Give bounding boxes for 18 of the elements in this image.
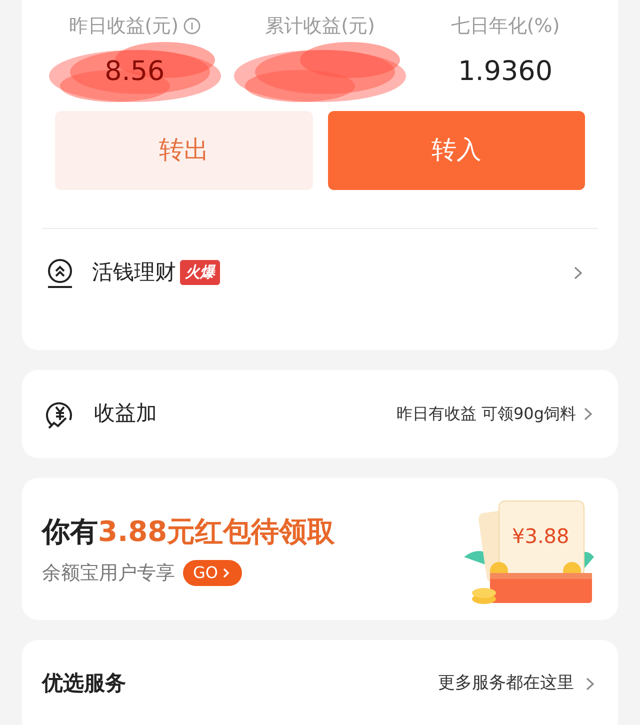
stat-value: 1.9360 [458, 55, 553, 90]
stat-value: 8.56 [104, 55, 165, 90]
more-services-link[interactable]: 更多服务都在这里 [438, 668, 598, 696]
bonus-title: 收益加 [94, 400, 157, 428]
services-title: 优选服务 [42, 670, 126, 697]
coupon-amount: ¥3.88 [512, 523, 570, 550]
stat-label: 昨日收益(元) [68, 14, 179, 39]
stat-label: 七日年化(%) [450, 14, 560, 39]
promo-subtitle: 余额宝用户专享 [42, 560, 175, 586]
bonus-detail: 昨日有收益 可领90g饲料 [396, 403, 576, 425]
bonus-row[interactable]: 收益加 昨日有收益 可领90g饲料 [22, 370, 618, 458]
stat-label: 累计收益(元) [265, 14, 375, 39]
info-icon[interactable] [182, 17, 201, 36]
promo-title: 你有3.88元红包待领取 [42, 514, 336, 550]
promo-banner[interactable]: 你有3.88元红包待领取 余额宝用户专享 GO ¥3.88 [22, 478, 618, 620]
product-title: 活钱理财 [92, 258, 176, 286]
product-row[interactable]: 活钱理财 火爆 [42, 228, 598, 316]
hot-badge: 火爆 [180, 260, 220, 285]
